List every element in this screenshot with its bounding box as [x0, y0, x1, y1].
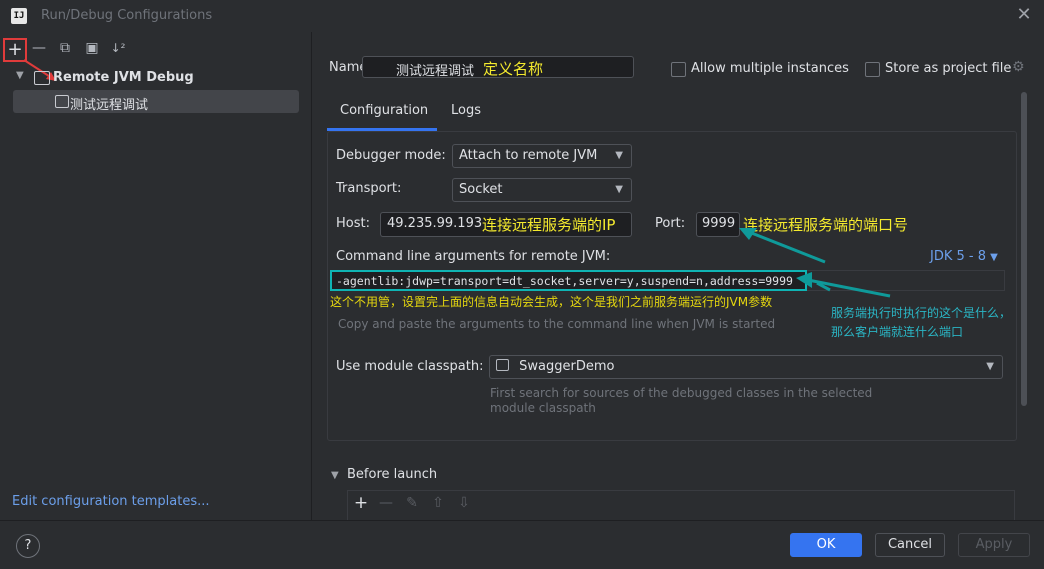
name-value: 测试远程调试	[396, 64, 475, 79]
tab-configuration[interactable]: Configuration	[340, 103, 428, 118]
host-value: 49.235.99.193	[387, 216, 483, 231]
allow-multiple-label: Allow multiple instances	[691, 61, 849, 76]
chevron-down-icon[interactable]: ▼	[331, 470, 339, 481]
module-classpath-label: Use module classpath:	[336, 359, 484, 374]
host-label: Host:	[336, 216, 370, 231]
sort-icon[interactable]: ↓²	[108, 38, 128, 58]
module-folder-icon	[496, 359, 509, 371]
module-hint-line1: First search for sources of the debugged…	[490, 386, 873, 400]
jdk-version-selector[interactable]: JDK 5 - 8 ▼	[930, 249, 998, 264]
module-hint-line2: module classpath	[490, 401, 596, 415]
chevron-down-icon: ▼	[986, 361, 994, 372]
server-note-line2: 那么客户端就连什么端口	[831, 325, 964, 339]
remote-debug-icon	[34, 71, 50, 85]
ok-button[interactable]: OK	[790, 533, 862, 557]
help-button[interactable]: ?	[16, 534, 40, 558]
transport-select[interactable]: Socket ▼	[452, 178, 632, 202]
chevron-down-icon[interactable]: ▼	[16, 70, 24, 81]
chevron-down-icon: ▼	[990, 252, 998, 263]
edit-templates-link[interactable]: Edit configuration templates...	[12, 494, 210, 509]
debugger-mode-value: Attach to remote JVM	[459, 148, 598, 163]
apply-button[interactable]: Apply	[958, 533, 1030, 557]
cmd-args-value: -agentlib:jdwp=transport=dt_socket,serve…	[336, 274, 793, 288]
chevron-down-icon: ▼	[615, 184, 623, 195]
tree-root-label: Remote JVM Debug	[53, 70, 194, 85]
server-note-line1: 服务端执行时执行的这个是什么，	[831, 306, 1012, 320]
before-launch-remove-button[interactable]: —	[376, 493, 396, 513]
chevron-down-icon: ▼	[615, 150, 623, 161]
cancel-button[interactable]: Cancel	[875, 533, 945, 557]
app-logo-icon: IJ	[11, 8, 27, 24]
close-icon[interactable]: ✕	[1014, 5, 1034, 25]
tree-item-label: 测试远程调试	[70, 98, 149, 113]
allow-multiple-checkbox[interactable]	[671, 62, 686, 77]
host-annotation: 连接远程服务端的IP	[482, 216, 616, 234]
arrow-up-icon[interactable]: ⇧	[428, 493, 448, 513]
before-launch-add-button[interactable]: +	[351, 493, 371, 513]
remove-configuration-button[interactable]: —	[29, 38, 49, 58]
module-value: SwaggerDemo	[519, 359, 615, 374]
module-classpath-select[interactable]: SwaggerDemo ▼	[489, 355, 1003, 379]
folder-add-icon[interactable]: ▣	[82, 38, 102, 58]
cmd-hint: Copy and paste the arguments to the comm…	[338, 317, 776, 331]
cmd-annotation: 这个不用管，设置完上面的信息自动会生成，这个是我们之前服务端运行的JVM参数	[330, 295, 773, 309]
window-title: Run/Debug Configurations	[41, 8, 213, 23]
tab-logs[interactable]: Logs	[451, 103, 481, 118]
debugger-mode-select[interactable]: Attach to remote JVM ▼	[452, 144, 632, 168]
transport-label: Transport:	[336, 181, 402, 196]
store-project-label: Store as project file	[885, 61, 1012, 76]
copy-configuration-button[interactable]: ⧉	[55, 38, 75, 58]
jdk-selector-label: JDK 5 - 8	[930, 249, 986, 264]
arrow-down-icon[interactable]: ⇩	[454, 493, 474, 513]
pencil-icon[interactable]: ✎	[402, 493, 422, 513]
gear-icon[interactable]: ⚙	[1012, 59, 1025, 75]
port-label: Port:	[655, 216, 686, 231]
vertical-scrollbar[interactable]	[1021, 92, 1027, 406]
port-value: 9999	[702, 216, 736, 231]
cmd-label: Command line arguments for remote JVM:	[336, 249, 611, 264]
store-project-checkbox[interactable]	[865, 62, 880, 77]
name-annotation: 定义名称	[483, 60, 544, 78]
teal-arrow-cmd	[796, 272, 891, 298]
debugger-mode-label: Debugger mode:	[336, 148, 446, 163]
transport-value: Socket	[459, 182, 503, 197]
before-launch-header[interactable]: Before launch	[347, 467, 437, 482]
remote-debug-config-icon	[55, 95, 69, 108]
